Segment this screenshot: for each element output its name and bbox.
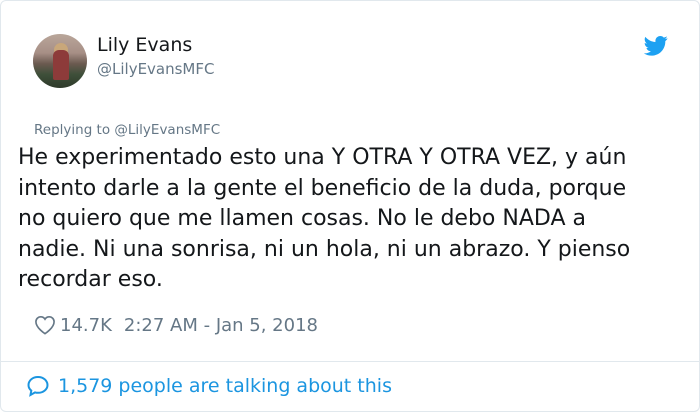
tweet-text: He experimentado esto una Y OTRA Y OTRA … xyxy=(18,145,631,292)
talking-label[interactable]: 1,579 people are talking about this xyxy=(58,375,392,397)
tweet-card: Lily Evans @LilyEvansMFC Replying to @Li… xyxy=(0,0,700,412)
twitter-bird-icon[interactable] xyxy=(644,36,668,56)
tweet-meta: 14.7K 2:27 AM - Jan 5, 2018 xyxy=(34,313,318,337)
like-count[interactable]: 14.7K xyxy=(60,315,112,336)
comment-bubble-icon xyxy=(27,375,49,397)
heart-icon[interactable] xyxy=(34,315,56,335)
talking-link[interactable]: 1,579 people are talking about this xyxy=(26,374,392,398)
tweet-timestamp[interactable]: 2:27 AM - Jan 5, 2018 xyxy=(124,315,318,336)
avatar[interactable] xyxy=(33,34,87,88)
replying-to[interactable]: Replying to @LilyEvansMFC xyxy=(34,122,220,138)
avatar-figure xyxy=(53,50,69,80)
user-handle[interactable]: @LilyEvansMFC xyxy=(97,60,214,78)
user-name[interactable]: Lily Evans xyxy=(97,34,192,56)
divider xyxy=(1,361,699,362)
